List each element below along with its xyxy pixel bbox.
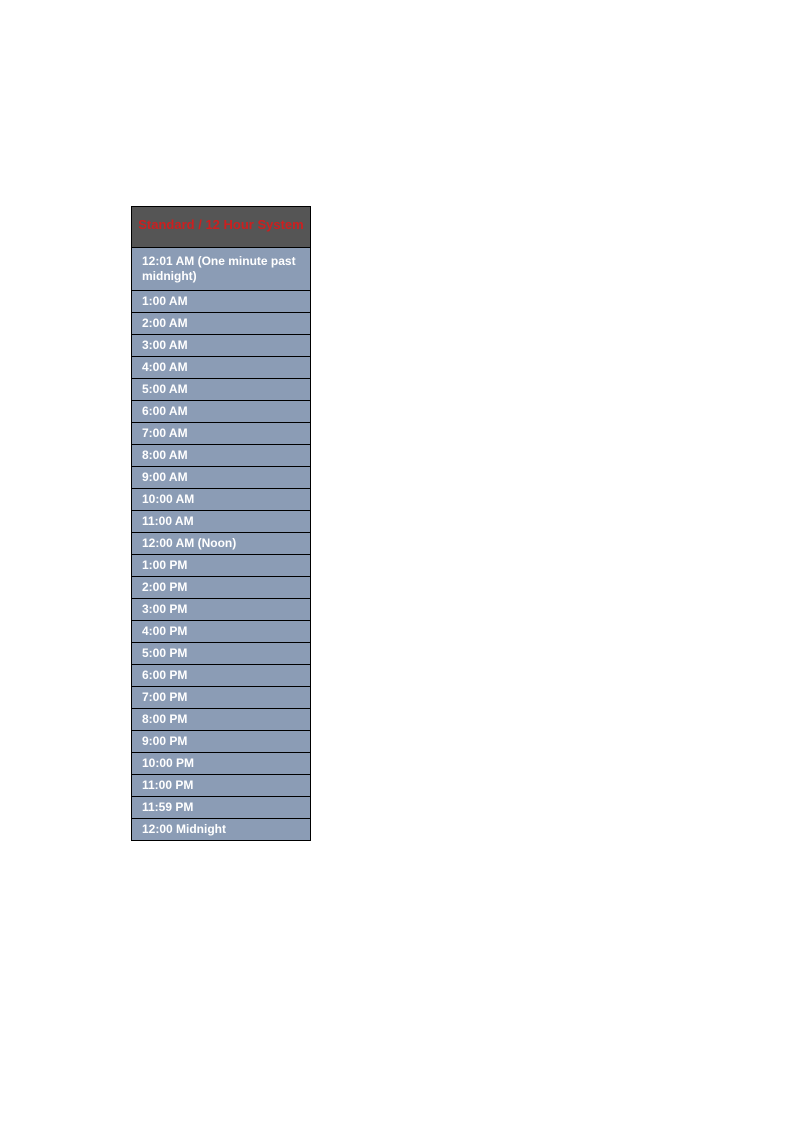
table-row: 9:00 AM	[132, 467, 310, 489]
table-row: 2:00 AM	[132, 313, 310, 335]
table-row: 11:00 AM	[132, 511, 310, 533]
table-row: 8:00 AM	[132, 445, 310, 467]
table-row: 5:00 AM	[132, 379, 310, 401]
table-row: 1:00 AM	[132, 291, 310, 313]
table-row: 1:00 PM	[132, 555, 310, 577]
table-row: 9:00 PM	[132, 731, 310, 753]
table-row: 7:00 AM	[132, 423, 310, 445]
table-row: 10:00 AM	[132, 489, 310, 511]
table-row: 8:00 PM	[132, 709, 310, 731]
table-row: 7:00 PM	[132, 687, 310, 709]
table-row: 5:00 PM	[132, 643, 310, 665]
table-row: 12:01 AM (One minute past midnight)	[132, 248, 310, 291]
time-system-table: Standard / 12 Hour System 12:01 AM (One …	[131, 206, 311, 841]
table-row: 4:00 AM	[132, 357, 310, 379]
table-row: 11:00 PM	[132, 775, 310, 797]
table-row: 11:59 PM	[132, 797, 310, 819]
table-row: 3:00 AM	[132, 335, 310, 357]
table-row: 2:00 PM	[132, 577, 310, 599]
table-row: 4:00 PM	[132, 621, 310, 643]
table-header: Standard / 12 Hour System	[132, 207, 310, 248]
table-row: 10:00 PM	[132, 753, 310, 775]
table-row: 12:00 AM (Noon)	[132, 533, 310, 555]
table-row: 3:00 PM	[132, 599, 310, 621]
table-row: 6:00 PM	[132, 665, 310, 687]
table-row: 12:00 Midnight	[132, 819, 310, 840]
table-row: 6:00 AM	[132, 401, 310, 423]
